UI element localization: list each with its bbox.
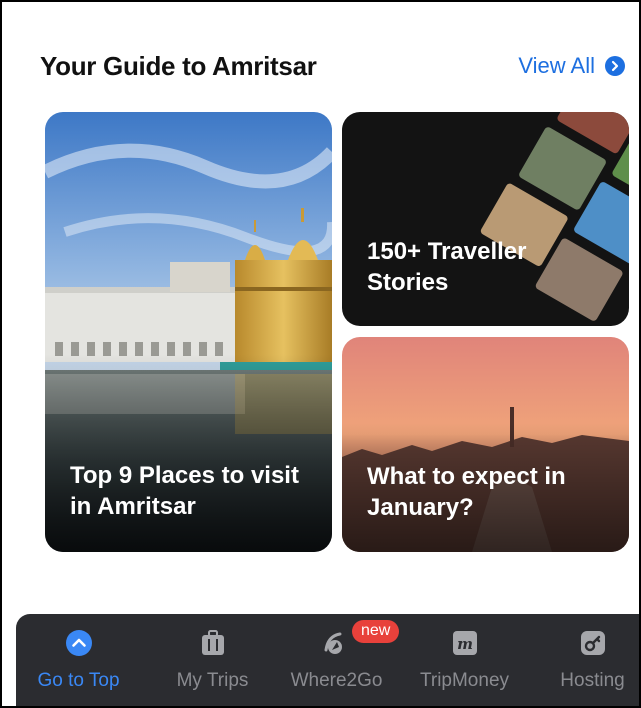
tab-where2go[interactable]: new Where2Go (274, 614, 400, 706)
card-title: What to expect in January? (367, 463, 566, 521)
tab-label: Go to Top (37, 670, 120, 691)
tab-label: My Trips (176, 670, 249, 691)
new-badge: new (352, 620, 400, 643)
card-title: 150+ Traveller Stories (367, 238, 527, 296)
tab-tripmoney[interactable]: m TripMoney (402, 614, 527, 706)
tab-my-trips[interactable]: My Trips (150, 614, 275, 706)
section-title: Your Guide to Amritsar (40, 50, 317, 81)
tab-hosting[interactable]: Hosting (530, 614, 639, 706)
bottom-tab-bar: Go to Top My Trips new Where2Go m TripMo… (16, 614, 639, 706)
guide-card-top-places[interactable]: Top 9 Places to visit in Amritsar (45, 112, 332, 552)
svg-text:m: m (457, 635, 473, 653)
tab-label: Hosting (560, 670, 625, 691)
guide-card-january[interactable]: What to expect in January? (342, 337, 629, 552)
view-all-link[interactable]: View All (518, 53, 625, 79)
suitcase-icon (198, 628, 228, 658)
tab-label: TripMoney (419, 670, 510, 691)
screen: Your Guide to Amritsar View All Top 9 Pl… (0, 0, 641, 708)
compass-icon (322, 628, 352, 658)
guide-card-traveller-stories[interactable]: 150+ Traveller Stories (342, 112, 629, 326)
section-header: Your Guide to Amritsar View All (40, 46, 625, 86)
card-title: Top 9 Places to visit in Amritsar (70, 462, 299, 520)
tab-go-to-top[interactable]: Go to Top (16, 614, 141, 706)
tripmoney-logo-icon: m (450, 628, 480, 658)
view-all-label: View All (518, 53, 595, 78)
chevron-up-icon (64, 628, 94, 658)
tab-label: Where2Go (290, 670, 383, 691)
key-icon (578, 628, 608, 658)
chevron-right-icon (605, 56, 625, 76)
